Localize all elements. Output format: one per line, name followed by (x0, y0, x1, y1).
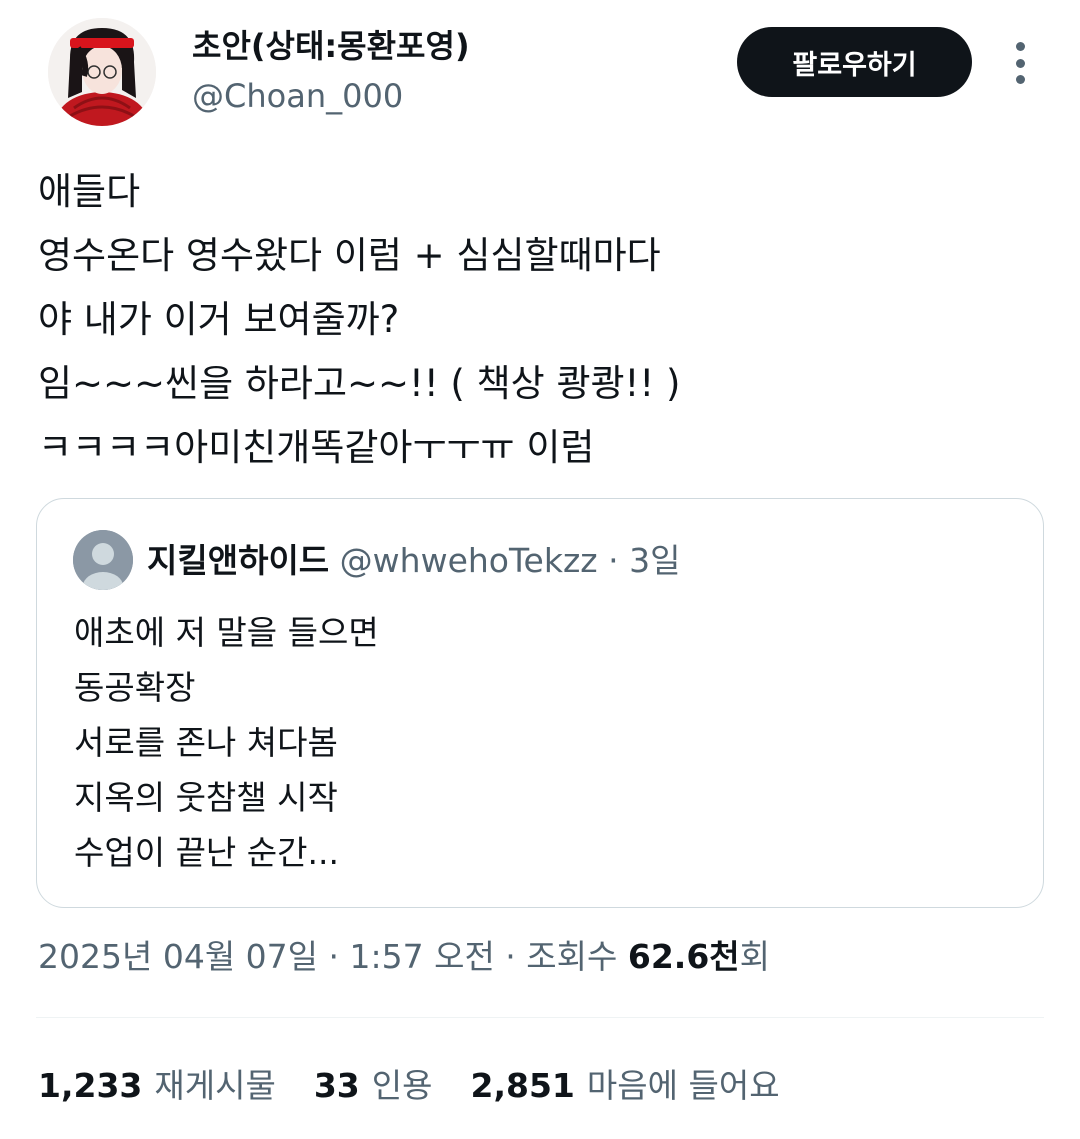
dot-icon (1015, 75, 1025, 84)
author-display-name[interactable]: 초안(상태:몽환포영) (192, 26, 470, 66)
engagement-stats: 1,233 재게시물 33 인용 2,851 마음에 들어요 (38, 1064, 818, 1108)
quotes-label: 인용 (371, 1066, 433, 1105)
quotes-stat[interactable]: 33 인용 (314, 1064, 433, 1108)
separator: · (608, 541, 619, 580)
retweets-count: 1,233 (38, 1066, 143, 1105)
dot-icon (1015, 58, 1025, 68)
view-count: 62.6천 (627, 937, 740, 976)
author-avatar[interactable] (48, 18, 156, 126)
likes-label: 마음에 들어요 (586, 1066, 780, 1105)
quoted-tweet-text: 애초에 저 말을 들으면 동공확장 서로를 존나 쳐다봄 지옥의 웃참챌 시작 … (74, 613, 379, 872)
retweets-label: 재게시물 (154, 1066, 276, 1105)
author-handle[interactable]: @Choan_000 (192, 76, 403, 116)
more-options-icon[interactable] (1000, 36, 1040, 90)
default-avatar-icon (73, 530, 133, 590)
view-count-suffix: 회 (739, 937, 771, 976)
tweet-datetime[interactable]: 2025년 04월 07일 · 1:57 오전 · 조회수 (38, 937, 628, 976)
quoted-author-avatar[interactable] (73, 530, 133, 590)
tweet-text: 애들다 영수온다 영수왔다 이럼 + 심심할때마다 야 내가 이거 보여줄까? … (38, 170, 681, 469)
quotes-count: 33 (313, 1066, 360, 1105)
likes-stat[interactable]: 2,851 마음에 들어요 (471, 1064, 780, 1108)
tweet-meta: 2025년 04월 07일 · 1:57 오전 · 조회수 62.6천회 (38, 935, 770, 979)
quoted-tweet-time[interactable]: 3일 (629, 541, 680, 580)
follow-button[interactable]: 팔로우하기 (737, 27, 972, 97)
divider (36, 1017, 1044, 1018)
quoted-author-handle[interactable]: @whwehoTekzz (340, 541, 598, 580)
quoted-author-name[interactable]: 지킬앤하이드 (147, 541, 329, 580)
author-avatar-image (48, 18, 156, 126)
dot-icon (1015, 42, 1025, 51)
likes-count: 2,851 (470, 1066, 575, 1105)
quoted-tweet-card[interactable]: 지킬앤하이드 @whwehoTekzz · 3일 애초에 저 말을 들으면 동공… (36, 498, 1044, 908)
quoted-tweet-header: 지킬앤하이드 @whwehoTekzz · 3일 (147, 539, 680, 583)
retweets-stat[interactable]: 1,233 재게시물 (38, 1064, 276, 1108)
